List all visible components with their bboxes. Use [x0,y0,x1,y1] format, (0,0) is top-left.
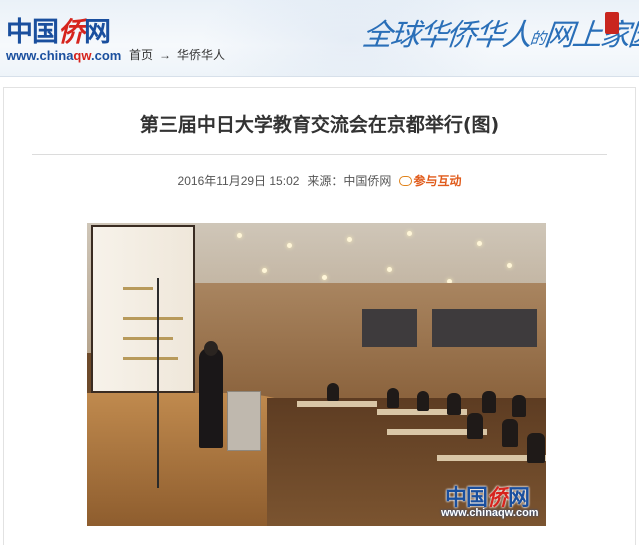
comment-icon[interactable] [399,176,413,186]
article-photo: 中国侨网 www.chinaqw.com [87,223,546,526]
article-meta: 2016年11月29日 15:02 来源：中国侨网 参与互动 [0,172,639,189]
projection-screen [91,225,195,393]
site-logo[interactable]: 中国侨网 www.chinaqw.com [6,10,126,70]
header-slogan: 全球华侨华人的网上家园 [360,18,639,53]
breadcrumb: 首页 → 华侨华人 [129,46,231,63]
breadcrumb-arrow-icon: → [159,48,172,62]
mic-stand [157,278,159,488]
logo-url: www.chinaqw.com [6,48,122,63]
interact-link[interactable]: 参与互动 [413,174,461,188]
logo-text: 中国侨网 [6,17,111,48]
photo-watermark: 中国侨网 www.chinaqw.com [439,478,543,522]
speaker-figure [199,348,223,448]
article-date: 2016年11月29日 15:02 [177,174,300,188]
seal-stamp-icon [605,12,619,34]
breadcrumb-section-link[interactable]: 华侨华人 [177,48,225,62]
watermark-url: www.chinaqw.com [441,507,539,519]
site-header: 中国侨网 www.chinaqw.com 首页 → 华侨华人 全球华侨华人的网上家园 [0,0,639,77]
title-divider [32,154,607,155]
article-title: 第三届中日大学教育交流会在京都举行(图) [139,114,500,136]
breadcrumb-home-link[interactable]: 首页 [129,48,153,62]
podium [227,391,261,451]
article-source: 来源：中国侨网 [307,174,392,188]
